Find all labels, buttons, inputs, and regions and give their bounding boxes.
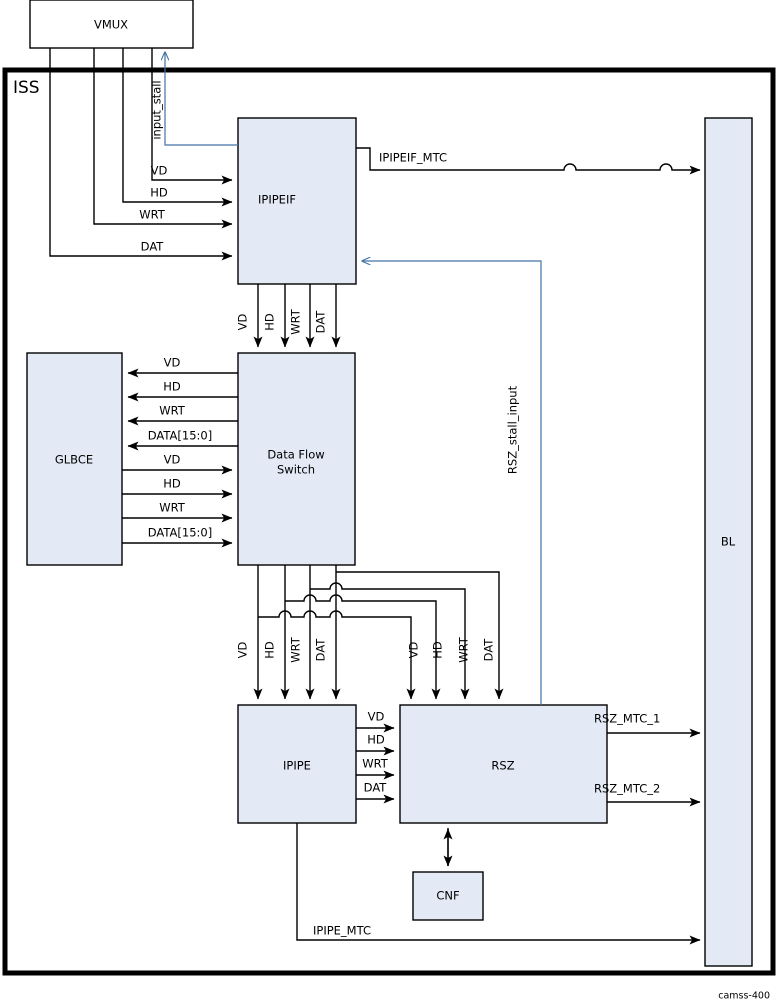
label-vmux-dat: DAT [141,240,165,254]
block-data-flow-switch-label-line1: Data Flow [267,448,324,462]
label-vmux-vd: VD [151,164,168,178]
block-data-flow-switch: Data Flow Switch [237,352,356,566]
label-dfs-glbce-hd: HD [163,380,181,394]
label-ipipe-rsz-hd: HD [367,733,385,747]
label-vmux-wrt: WRT [139,208,166,222]
block-bl-label: BL [721,535,736,549]
label-ipipe-rsz-vd: VD [368,710,385,724]
label-input-stall: input_stall [150,80,164,139]
block-ipipeif: IPIPEIF [237,117,357,285]
label-glbce-dfs-wrt: WRT [159,501,186,515]
block-vmux: VMUX [29,0,194,49]
label-glbce-dfs-data: DATA[15:0] [148,526,212,540]
iss-label: ISS [13,78,40,98]
block-ipipe-label: IPIPE [283,759,311,773]
block-glbce: GLBCE [26,352,123,566]
label-dfs-glbce-wrt: WRT [159,404,186,418]
block-glbce-label: GLBCE [55,453,93,467]
iss-block-diagram: ISS VMUX IPIPEIF GLBCE Data Flow Switch … [0,0,778,1008]
wire-rsz-stall-input [362,261,542,705]
wire-dfs-rsz-dat [336,571,504,700]
label-ipipeif-mtc: IPIPEIF_MTC [379,151,447,165]
label-dfs-ipipe-wrt: WRT [289,636,303,663]
block-data-flow-switch-label-line2: Switch [277,463,315,477]
label-dfs-rsz-wrt: WRT [457,636,471,663]
block-ipipeif-label: IPIPEIF [258,193,296,207]
label-ipipe-rsz-dat: DAT [364,781,388,795]
label-ipipeif-dfs-dat: DAT [314,310,328,334]
block-cnf-label: CNF [436,889,459,903]
label-dfs-rsz-vd: VD [407,642,421,659]
figure-caption: camss-400 [718,991,770,1002]
label-dfs-rsz-dat: DAT [482,638,496,662]
label-ipipe-rsz-wrt: WRT [362,757,389,771]
label-ipipeif-dfs-wrt: WRT [289,308,303,335]
label-ipipeif-dfs-hd: HD [263,313,277,331]
label-rsz-stall-input: RSZ_stall_input [506,385,520,474]
wire-input-stall [165,52,238,146]
label-glbce-dfs-hd: HD [163,477,181,491]
label-dfs-ipipe-hd: HD [263,641,277,659]
block-cnf: CNF [412,871,484,921]
label-ipipe-mtc: IPIPE_MTC [313,924,371,938]
block-bl: BL [704,117,753,967]
label-dfs-glbce-vd: VD [164,356,181,370]
label-dfs-ipipe-vd: VD [236,642,250,659]
label-dfs-rsz-hd: HD [431,641,445,659]
block-vmux-label: VMUX [94,18,128,32]
label-ipipeif-dfs-vd: VD [236,314,250,331]
label-vmux-hd: HD [150,186,168,200]
block-ipipe: IPIPE [237,704,357,824]
wire-ipipe-mtc [296,823,701,945]
block-rsz-label: RSZ [491,759,514,773]
label-dfs-glbce-data: DATA[15:0] [148,429,212,443]
label-rsz-mtc-1: RSZ_MTC_1 [594,712,660,726]
label-glbce-dfs-vd: VD [164,453,181,467]
block-rsz: RSZ [399,704,608,824]
wire-vmux-dat [49,48,233,261]
label-rsz-mtc-2: RSZ_MTC_2 [594,782,660,796]
label-dfs-ipipe-dat: DAT [314,638,328,662]
wire-dfs-rsz-vd [258,610,416,700]
